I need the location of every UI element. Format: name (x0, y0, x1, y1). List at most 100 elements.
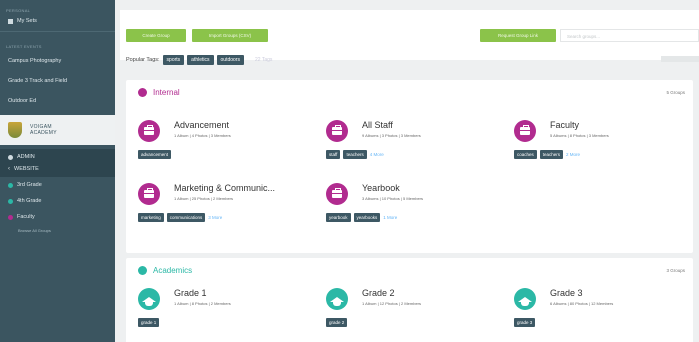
sidebar-item-recent[interactable]: Campus Photography (0, 51, 115, 71)
group-meta: 6 Albums | 80 Photos | 12 Members (550, 301, 614, 306)
group-title[interactable]: Grade 1 (174, 288, 207, 298)
tag-chip[interactable]: advancement (138, 150, 172, 159)
sidebar-item-recent[interactable]: Outdoor Ed (0, 91, 115, 111)
section-header: Academics (138, 266, 192, 275)
group-meta: 1 Album | 12 Photos | 2 Members (362, 301, 421, 306)
tag-chip[interactable]: yearbooks (353, 213, 381, 222)
group-section-academics: Academics 3 Groups Grade 1 1 Album | 8 P… (126, 258, 693, 342)
group-card[interactable]: Grade 1 1 Album | 8 Photos | 2 Members g… (138, 288, 298, 332)
sidebar-group-item[interactable]: 4th Grade (0, 193, 115, 209)
briefcase-icon (326, 183, 348, 205)
section-header: Internal (138, 88, 180, 97)
sidebar-item-my-sets[interactable]: My Sets (0, 15, 115, 27)
group-tags: yearbook yearbooks 1 More (326, 213, 397, 222)
view-all-groups-link[interactable]: Browse All Groups (0, 225, 115, 236)
group-card[interactable]: All Staff 9 Albums | 3 Photos | 3 Member… (326, 120, 486, 164)
personal-caption: Personal (6, 8, 31, 13)
tag-chip[interactable]: staff (326, 150, 341, 159)
tag-chip[interactable]: yearbook (326, 213, 351, 222)
group-tags: grade 2 (326, 318, 348, 327)
more-tags-link[interactable]: 2 More (566, 152, 580, 157)
popular-tags-label: Popular Tags: (126, 57, 160, 63)
school-crest-logo (8, 122, 22, 138)
group-section-internal: Internal 5 Groups Advancement 1 Album | … (126, 80, 693, 253)
tag-chip[interactable]: grade 3 (514, 318, 536, 327)
person-icon (8, 154, 13, 160)
sidebar: Personal My Sets Latest Events Campus Ph… (0, 0, 115, 342)
import-groups-button[interactable]: Import Groups (CSV) (192, 29, 268, 42)
group-tags: coaches teachers 2 More (514, 150, 580, 159)
group-color-dot (8, 214, 13, 220)
section-title: Internal (153, 88, 180, 97)
group-count: 5 Groups (666, 90, 685, 95)
group-card[interactable]: Yearbook 3 Albums | 10 Photos | 5 Member… (326, 183, 486, 227)
sort-control[interactable] (661, 56, 699, 62)
group-tags: advancement (138, 150, 172, 159)
group-meta: 3 Albums | 10 Photos | 5 Members (362, 196, 423, 201)
briefcase-icon (326, 120, 348, 142)
group-title[interactable]: Marketing & Communic... (174, 183, 275, 193)
tag-chip[interactable]: marketing (138, 213, 164, 222)
main-content: Create Group Import Groups (CSV) Request… (120, 10, 699, 342)
search-input[interactable]: Search groups... (560, 29, 699, 42)
request-group-button[interactable]: Request Group Link (480, 29, 556, 42)
recent-caption: Latest Events (6, 44, 42, 49)
group-title[interactable]: Yearbook (362, 183, 400, 193)
org-switcher[interactable]: VOIGAM ACADEMY (0, 115, 115, 145)
group-title[interactable]: Faculty (550, 120, 579, 130)
sidebar-item-website[interactable]: ‹ WEBSITE (0, 163, 115, 175)
sidebar-item-label: Outdoor Ed (8, 98, 37, 104)
tag-chip[interactable]: grade 1 (138, 318, 160, 327)
group-card[interactable]: Grade 2 1 Album | 12 Photos | 2 Members … (326, 288, 486, 332)
sidebar-item-label: ADMIN (17, 154, 35, 160)
graduation-cap-icon (138, 288, 160, 310)
group-card[interactable]: Advancement 1 Album | 4 Photos | 3 Membe… (138, 120, 298, 164)
group-card[interactable]: Grade 3 6 Albums | 80 Photos | 12 Member… (514, 288, 674, 332)
briefcase-icon (514, 120, 536, 142)
folder-icon (8, 18, 13, 24)
more-tags-link[interactable]: 3 More (208, 215, 222, 220)
group-tags: marketing communications 3 More (138, 213, 222, 222)
tag-chip[interactable]: coaches (514, 150, 537, 159)
sidebar-item-label: Faculty (17, 214, 35, 220)
group-card[interactable]: Marketing & Communic... 1 Album | 25 Pho… (138, 183, 298, 227)
sidebar-item-label: WEBSITE (14, 166, 39, 172)
org-name-line: ACADEMY (30, 130, 57, 136)
group-card[interactable]: Faculty 5 Albums | 8 Photos | 3 Members … (514, 120, 674, 164)
tag-chip[interactable]: teachers (343, 150, 367, 159)
sidebar-item-label: 4th Grade (17, 198, 42, 204)
graduation-cap-icon (326, 288, 348, 310)
tag-chip[interactable]: grade 2 (326, 318, 348, 327)
group-title[interactable]: All Staff (362, 120, 393, 130)
chevron-left-icon: ‹ (8, 166, 10, 172)
sidebar-group-item[interactable]: 3rd Grade (0, 177, 115, 193)
tag-chip[interactable]: sports (162, 55, 185, 65)
tag-chip[interactable]: teachers (539, 150, 564, 159)
group-count: 3 Groups (666, 268, 685, 273)
group-meta: 9 Albums | 3 Photos | 3 Members (362, 133, 421, 138)
group-tags: grade 1 (138, 318, 160, 327)
create-group-button[interactable]: Create Group (126, 29, 186, 42)
divider (0, 31, 115, 32)
group-color-dot (8, 182, 13, 188)
briefcase-icon (138, 120, 160, 142)
more-tags-link[interactable]: 4 More (370, 152, 384, 157)
tag-chip[interactable]: outdoors (216, 55, 244, 65)
more-tags-link[interactable]: 1 More (383, 215, 397, 220)
group-meta: 1 Album | 8 Photos | 2 Members (174, 301, 231, 306)
briefcase-icon (138, 183, 160, 205)
section-title: Academics (153, 266, 193, 275)
section-color-dot (138, 88, 147, 97)
group-tags: staff teachers 4 More (326, 150, 384, 159)
sidebar-group-item[interactable]: Faculty (0, 209, 115, 225)
group-meta: 5 Albums | 8 Photos | 3 Members (550, 133, 609, 138)
tag-chip[interactable]: communications (166, 213, 206, 222)
sidebar-item-label: 3rd Grade (17, 182, 42, 188)
more-tags-link[interactable]: 22 Tags (255, 57, 272, 63)
group-title[interactable]: Grade 2 (362, 288, 395, 298)
group-title[interactable]: Grade 3 (550, 288, 583, 298)
sidebar-item-recent[interactable]: Grade 3 Track and Field (0, 71, 115, 91)
group-title[interactable]: Advancement (174, 120, 229, 130)
tag-chip[interactable]: athletics (187, 55, 214, 65)
sidebar-item-admin[interactable]: ADMIN (0, 151, 115, 163)
